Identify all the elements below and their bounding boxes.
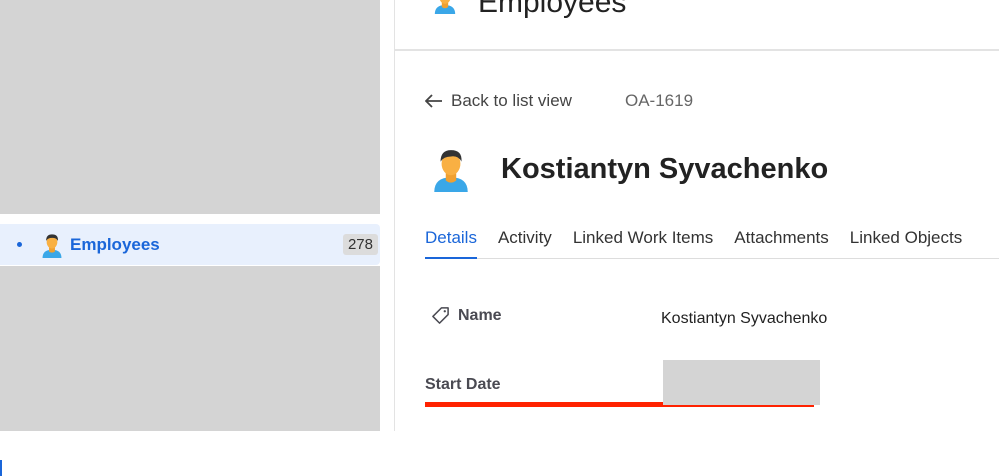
name-field-label: Name	[431, 306, 502, 325]
header-divider	[395, 49, 999, 51]
tab-linked-work-items[interactable]: Linked Work Items	[573, 228, 713, 259]
bullet-icon	[17, 242, 22, 247]
name-field-value[interactable]: Kostiantyn Syvachenko	[661, 310, 827, 328]
back-label: Back to list view	[451, 91, 572, 110]
header-employee-icon	[432, 0, 458, 14]
record-id: OA-1619	[625, 91, 694, 110]
sidebar-item-label: Employees	[70, 234, 160, 254]
name-label-text: Name	[458, 306, 502, 324]
employee-avatar-icon	[430, 146, 472, 192]
count-badge: 278	[342, 234, 378, 255]
tab-attachments[interactable]: Attachments	[734, 228, 829, 259]
start-date-value-redacted[interactable]	[663, 360, 820, 405]
active-indicator	[0, 460, 2, 476]
arrow-left-icon	[425, 94, 442, 108]
sidebar-divider	[394, 0, 395, 431]
back-to-list-link[interactable]: Back to list view	[425, 91, 572, 111]
tab-linked-objects[interactable]: Linked Objects	[850, 228, 962, 259]
page-title: Employees	[478, 0, 627, 19]
record-title: Kostiantyn Syvachenko	[501, 153, 829, 185]
tab-bar: Details Activity Linked Work Items Attac…	[425, 228, 999, 259]
tag-icon	[432, 307, 449, 324]
start-date-label: Start Date	[425, 376, 501, 393]
sidebar-redacted-bottom	[0, 266, 380, 431]
sidebar-redacted-top	[0, 0, 380, 214]
tab-details[interactable]: Details	[425, 228, 477, 259]
employee-icon	[40, 232, 64, 258]
sidebar-item-employees[interactable]: Employees 278	[0, 224, 380, 476]
tab-activity[interactable]: Activity	[498, 228, 552, 259]
